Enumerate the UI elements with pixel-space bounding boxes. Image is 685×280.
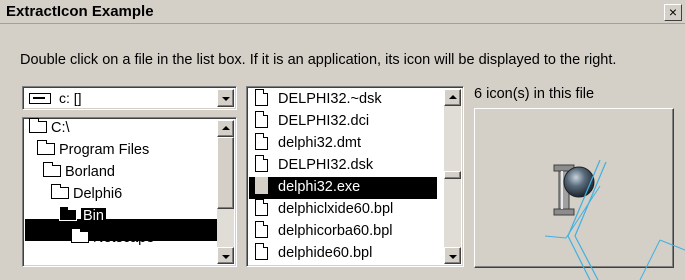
document-icon	[255, 177, 268, 194]
directory-item-label: Netscap3	[93, 230, 155, 246]
delphi-helmet-icon	[553, 164, 595, 216]
file-item[interactable]: delphi32.exe	[249, 177, 437, 199]
file-item-label: delphiclxide60.bpl	[278, 201, 394, 217]
directory-scrollbar[interactable]	[217, 120, 234, 264]
close-icon: ×	[668, 4, 678, 20]
scroll-up-icon	[449, 95, 457, 99]
directory-item[interactable]: C:\	[29, 118, 70, 142]
directory-item[interactable]: Delphi6	[51, 184, 123, 208]
file-scrollbar[interactable]	[444, 89, 461, 264]
file-item-label: delphi32.exe	[278, 179, 361, 195]
drive-label: c: []	[59, 90, 82, 106]
directory-item-label: C:\	[51, 120, 70, 136]
file-item-label: delphi32.dmt	[278, 135, 362, 151]
document-icon	[255, 199, 268, 216]
file-item-label: DELPHI32.dsk	[278, 157, 374, 173]
file-listbox[interactable]: DELPHI32.~dsk DELPHI32.dci delphi32.dmt DEL…	[246, 86, 464, 267]
open-folder-icon	[43, 162, 61, 177]
file-item[interactable]: DELPHI32.dci	[249, 111, 437, 133]
directory-item-label: Program Files	[59, 142, 150, 158]
directory-item-label: Bin	[81, 208, 106, 224]
title-bar: ExtractIcon Example ×	[0, 0, 685, 24]
file-item-label: DELPHI32.dci	[278, 113, 370, 129]
instruction-label: Double click on a file in the list box. …	[20, 52, 617, 68]
scroll-thumb[interactable]	[444, 171, 461, 179]
open-folder-icon	[59, 206, 77, 221]
directory-item-label: Borland	[65, 164, 115, 180]
open-folder-icon	[51, 184, 69, 199]
open-folder-icon	[29, 118, 47, 133]
drive-combobox[interactable]: c: []	[22, 86, 237, 110]
drive-icon	[29, 93, 51, 104]
file-item[interactable]: delphi32.dmt	[249, 133, 437, 155]
file-item[interactable]: delphide60.bpl	[249, 243, 437, 265]
close-button[interactable]: ×	[664, 4, 682, 21]
directory-item[interactable]: Program Files	[37, 140, 150, 164]
document-icon	[255, 111, 268, 128]
file-item-label: DELPHI32.~dsk	[278, 91, 382, 107]
icon-count-label: 6 icon(s) in this file	[474, 86, 595, 102]
scroll-down-button[interactable]	[444, 247, 461, 264]
drive-dropdown-button[interactable]	[217, 89, 234, 107]
file-item[interactable]: delphiclxide60.bpl	[249, 199, 437, 221]
scroll-down-icon	[449, 255, 457, 259]
document-icon	[255, 221, 268, 238]
scroll-down-icon	[222, 255, 230, 259]
document-icon	[255, 89, 268, 106]
window-title: ExtractIcon Example	[6, 3, 154, 20]
directory-listbox[interactable]: C:\ Program Files Borland Delphi6 Bin Netscap…	[22, 117, 237, 267]
scroll-up-icon	[222, 126, 230, 130]
chevron-down-icon	[222, 97, 230, 101]
directory-item-label: Delphi6	[73, 186, 123, 202]
document-icon	[255, 133, 268, 150]
directory-item[interactable]: Netscap3	[71, 228, 155, 252]
file-item-label: delphide60.bpl	[278, 245, 373, 261]
open-folder-icon	[37, 140, 55, 155]
file-item[interactable]: delphicorba60.bpl	[249, 221, 437, 243]
scroll-down-button[interactable]	[217, 247, 234, 264]
scroll-up-button[interactable]	[444, 89, 461, 106]
file-item-label: delphicorba60.bpl	[278, 223, 393, 239]
folder-icon	[71, 228, 89, 243]
document-icon	[255, 155, 268, 172]
document-icon	[255, 243, 268, 260]
directory-item[interactable]: Borland	[43, 162, 115, 186]
scroll-up-button[interactable]	[217, 120, 234, 137]
file-item[interactable]: DELPHI32.~dsk	[249, 89, 437, 111]
directory-item[interactable]: Bin	[59, 206, 106, 230]
file-item[interactable]: DELPHI32.dsk	[249, 155, 437, 177]
scroll-thumb[interactable]	[217, 137, 234, 209]
icon-display-panel	[474, 108, 674, 268]
